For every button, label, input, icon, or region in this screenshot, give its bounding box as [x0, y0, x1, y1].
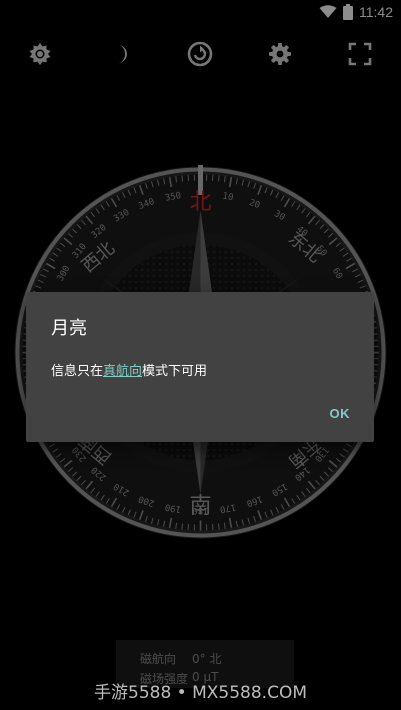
dialog-title: 月亮 [51, 318, 87, 339]
dialog-message-suffix: 模式下可用 [142, 364, 208, 379]
dialog-message-prefix: 信息只在 [51, 364, 104, 379]
dialog-message: 信息只在真航向模式下可用 [51, 360, 207, 379]
watermark-text: 手游5588 • MX5588.COM [94, 683, 307, 703]
ok-button[interactable]: OK [330, 406, 351, 421]
true-heading-link[interactable]: 真航向 [103, 364, 142, 379]
info-dialog: 月亮 信息只在真航向模式下可用 OK [26, 292, 374, 442]
